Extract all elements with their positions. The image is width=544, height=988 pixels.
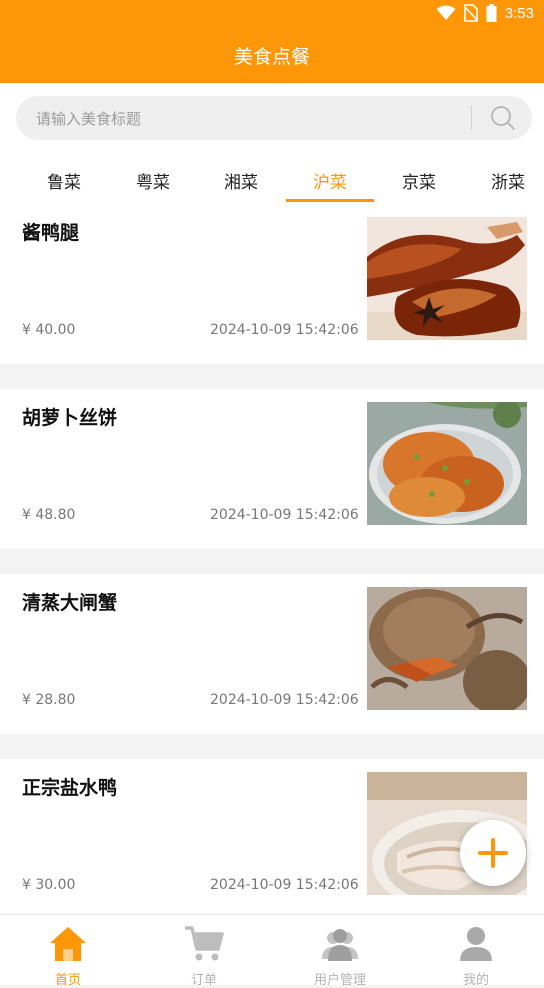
- status-bar: 3:53: [0, 0, 544, 26]
- profile-icon: [460, 927, 492, 961]
- nav-orders[interactable]: 订单: [136, 915, 272, 988]
- status-icons: 3:53: [436, 3, 534, 23]
- nav-home[interactable]: 首页: [0, 915, 136, 988]
- no-sim-icon: [463, 4, 478, 22]
- search-icon: [491, 106, 515, 130]
- dish-price: ¥ 48.80: [22, 507, 76, 523]
- app-bar: 美食点餐: [0, 26, 544, 83]
- cart-icon: [185, 926, 224, 961]
- search-divider: [471, 106, 472, 130]
- dish-card[interactable]: 胡萝卜丝饼 ¥ 48.80 2024-10-09 15:42:06: [0, 389, 544, 549]
- search-input[interactable]: [34, 96, 458, 142]
- dish-date: 2024-10-09 15:42:06: [210, 507, 359, 523]
- crab-photo: [367, 587, 527, 710]
- search-box: [16, 96, 532, 142]
- bottom-nav: 首页 订单 用户管理 我的: [0, 914, 544, 988]
- nav-orders-label: 订单: [190, 973, 217, 988]
- dish-title: 正宗盐水鸭: [22, 777, 118, 799]
- nav-user-management[interactable]: 用户管理: [272, 915, 408, 988]
- users-icon: [322, 929, 358, 961]
- add-button[interactable]: [460, 820, 526, 886]
- battery-icon: [486, 4, 497, 22]
- wifi-icon: [436, 5, 456, 20]
- tab-jingcai[interactable]: 京菜: [384, 168, 454, 193]
- dish-price: ¥ 40.00: [22, 322, 76, 338]
- plus-icon: [478, 838, 508, 868]
- tab-xiangcai[interactable]: 湘菜: [206, 168, 276, 193]
- dish-date: 2024-10-09 15:42:06: [210, 692, 359, 708]
- tab-yuecai[interactable]: 粤菜: [118, 168, 188, 193]
- nav-user-management-label: 用户管理: [313, 973, 366, 988]
- duck-leg-photo: [367, 217, 527, 340]
- tab-hucai[interactable]: 沪菜: [295, 168, 365, 193]
- tab-zhecai[interactable]: 浙菜: [473, 168, 543, 193]
- search-button[interactable]: [488, 104, 518, 132]
- nav-profile-label: 我的: [462, 973, 489, 988]
- home-icon: [50, 927, 86, 961]
- dish-title: 清蒸大闸蟹: [22, 592, 118, 614]
- carrot-pancake-photo: [367, 402, 527, 525]
- dish-image[interactable]: [367, 402, 527, 525]
- page-title: 美食点餐: [233, 46, 310, 68]
- dish-image[interactable]: [367, 587, 527, 710]
- dish-image[interactable]: [367, 217, 527, 340]
- search-area: [0, 83, 544, 154]
- nav-profile[interactable]: 我的: [408, 915, 544, 988]
- dish-title: 胡萝卜丝饼: [22, 407, 118, 429]
- tab-indicator: [286, 199, 374, 202]
- status-time: 3:53: [504, 4, 534, 22]
- tab-lucai[interactable]: 鲁菜: [29, 168, 99, 193]
- dish-date: 2024-10-09 15:42:06: [210, 877, 359, 893]
- dish-card[interactable]: 酱鸭腿 ¥ 40.00 2024-10-09 15:42:06: [0, 204, 544, 364]
- dish-card[interactable]: 清蒸大闸蟹 ¥ 28.80 2024-10-09 15:42:06: [0, 574, 544, 734]
- dish-price: ¥ 28.80: [22, 692, 76, 708]
- dish-title: 酱鸭腿: [22, 222, 80, 244]
- dish-date: 2024-10-09 15:42:06: [210, 322, 359, 338]
- nav-home-label: 首页: [54, 973, 81, 988]
- category-tabs: 鲁菜 粤菜 湘菜 沪菜 京菜 浙菜: [0, 154, 544, 204]
- dish-price: ¥ 30.00: [22, 877, 76, 893]
